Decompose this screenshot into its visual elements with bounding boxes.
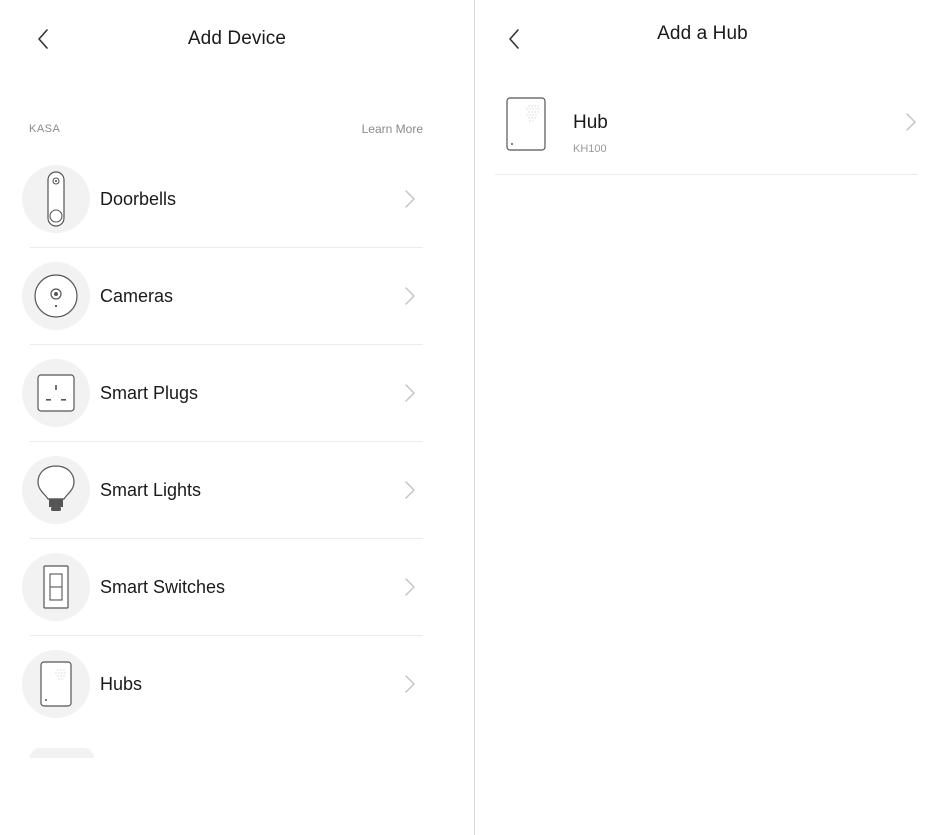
device-icon-circle: [22, 553, 90, 621]
hub-icon: [506, 97, 546, 151]
device-row-smart-switches[interactable]: Smart Switches: [22, 539, 423, 636]
device-label: Smart Plugs: [100, 383, 199, 403]
device-row-hubs[interactable]: Hubs: [22, 636, 423, 733]
hub-icon: [40, 661, 72, 707]
device-row-smart-lights[interactable]: Smart Lights: [22, 442, 423, 539]
doorbell-icon: [47, 171, 65, 227]
device-icon-circle: [22, 262, 90, 330]
chevron-right-icon: [405, 578, 415, 596]
camera-icon: [34, 274, 78, 318]
device-row-smart-plugs[interactable]: Smart Plugs: [22, 345, 423, 442]
nav-bar: Add a Hub: [475, 0, 930, 80]
nav-bar: Add Device: [0, 0, 474, 80]
chevron-right-icon: [405, 190, 415, 208]
device-label: Smart Switches: [100, 577, 226, 597]
device-icon-circle: [22, 165, 90, 233]
chevron-right-icon: [405, 481, 415, 499]
device-label: Cameras: [100, 286, 174, 306]
learn-more-link[interactable]: Learn More: [362, 122, 423, 136]
device-row-doorbells[interactable]: Doorbells: [22, 151, 423, 248]
device-label: Smart Lights: [100, 480, 202, 500]
chevron-right-icon: [405, 675, 415, 693]
light-bulb-icon: [37, 465, 75, 511]
page-title: Add Device: [187, 28, 287, 49]
device-category-list: Doorbells Cameras Smart Plugs Smart Ligh…: [22, 151, 423, 733]
light-switch-icon: [43, 565, 69, 609]
add-hub-screen: Add a Hub Hub KH100: [475, 0, 930, 835]
hub-name: Hub: [573, 112, 608, 133]
chevron-right-icon: [405, 384, 415, 402]
device-icon-circle: [22, 359, 90, 427]
section-header: KASA Learn More: [29, 120, 423, 138]
chevron-right-icon: [405, 287, 415, 305]
smart-plug-icon: [37, 374, 75, 412]
divider: [495, 174, 918, 175]
chevron-right-icon: [906, 113, 916, 131]
partial-device-icon-circle: [30, 748, 94, 758]
device-label: Hubs: [100, 674, 143, 694]
device-icon-circle: [22, 456, 90, 524]
section-brand-label: KASA: [29, 123, 61, 135]
add-device-screen: Add Device KASA Learn More Doorbells Cam…: [0, 0, 475, 835]
device-row-cameras[interactable]: Cameras: [22, 248, 423, 345]
page-title: Add a Hub: [657, 23, 748, 44]
device-icon-circle: [22, 650, 90, 718]
hub-item-kh100[interactable]: Hub KH100: [495, 88, 918, 175]
hub-model: KH100: [573, 143, 607, 155]
device-label: Doorbells: [100, 189, 177, 209]
